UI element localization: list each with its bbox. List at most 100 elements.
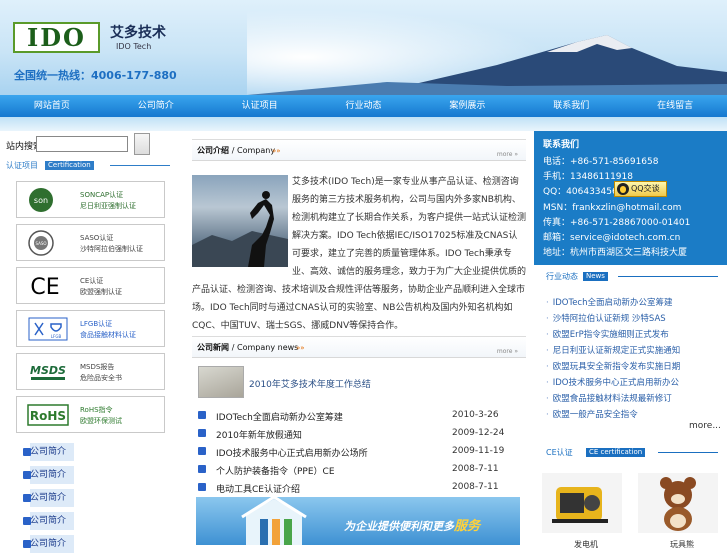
industry-news-item[interactable]: IDO技术服务中心正式启用新办公 [546, 376, 679, 388]
cert-name: RoHS指令 [80, 406, 113, 414]
nav-home[interactable]: 网站首页 [0, 95, 104, 117]
qq-chat-label: QQ交谈 [631, 184, 660, 193]
industry-news-title: 行业动态 [546, 272, 578, 281]
intro-title: 公司介绍 / Company [197, 145, 275, 156]
news-row[interactable]: 电动工具CE认证介绍 2008-7-11 [198, 479, 516, 497]
bullet-icon [23, 517, 31, 525]
banner-slogan: 为企业提供便利和更多服务 [344, 515, 480, 534]
qq-chat-button[interactable]: QQ交谈 [614, 181, 667, 197]
contact-panel: 联系我们 电话：+86-571-85691658 手机：13486111918 … [534, 131, 727, 265]
bullet-icon [23, 448, 31, 456]
contact-qq: QQ：406433456 [543, 187, 618, 197]
cert-desc: 欧盟强制认证 [80, 288, 122, 296]
news-row-date: 2009-11-19 [452, 446, 505, 456]
nav-news[interactable]: 行业动态 [312, 95, 416, 117]
nav-contact[interactable]: 联系我们 [519, 95, 623, 117]
bullet-icon [198, 447, 206, 455]
featured-news-thumb[interactable] [198, 366, 244, 398]
contact-msn: MSN：frankxzlin@hotmail.com [543, 203, 682, 213]
cert-name: MSDS报告 [80, 363, 115, 371]
cert-card-soncap[interactable]: son SONCAP认证 尼日利亚强制认证 [16, 181, 165, 218]
news-row-title[interactable]: 电动工具CE认证介绍 [216, 482, 300, 495]
search-input[interactable] [36, 136, 128, 152]
generator-product-image[interactable] [542, 473, 622, 533]
news-row[interactable]: 个人防护装备指令（PPE）CE 2008-7-11 [198, 461, 516, 479]
nav-cases[interactable]: 案例展示 [415, 95, 519, 117]
son-mark: son [34, 196, 48, 205]
cert-name: SASO认证 [80, 234, 114, 242]
industry-news-item[interactable]: 欧盟食品接触材料法规最新修订 [546, 392, 672, 404]
news-row[interactable]: 2010年新年放假通知 2009-12-24 [198, 425, 516, 443]
industry-news-header: 行业动态 News [544, 271, 718, 281]
cert-card-rohs[interactable]: RoHS RoHS指令 欧盟环保测试 [16, 396, 165, 433]
cert-title-en: Certification [45, 161, 94, 170]
news-row[interactable]: IDO技术服务中心正式启用新办公场所 2009-11-19 [198, 443, 516, 461]
site-header: IDO 艾多技术 IDO Tech 全国统一热线：4006-177-880 [0, 0, 727, 95]
banner-slogan-emph: 服务 [454, 519, 481, 534]
cert-desc: 沙特阿拉伯强制认证 [80, 245, 143, 253]
news-row[interactable]: IDOTech全面启动新办公室筹建 2010-3-26 [198, 407, 516, 425]
industry-news-item[interactable]: 尼日利亚认证新规定正式实施通知 [546, 344, 681, 356]
bullet-icon [198, 411, 206, 419]
industry-news-item[interactable]: 沙特阿拉伯认证新规 沙特SAS [546, 312, 666, 324]
search-button[interactable] [134, 133, 150, 155]
lfgb-logo-icon: LFGB [27, 315, 69, 343]
ce-title-en: CE certification [586, 448, 646, 457]
bullet-icon [23, 471, 31, 479]
contact-email[interactable]: 邮箱：service@idotech.com.cn [543, 230, 680, 243]
cert-desc: 危险品安全书 [80, 374, 122, 382]
intro-title-cn: 公司介绍 [197, 146, 229, 155]
industry-news-item[interactable]: 欧盟ErP指令实施细则正式发布 [546, 328, 669, 340]
saso-logo-icon: SASO [27, 229, 69, 257]
industry-news-more-link[interactable]: more... [689, 421, 721, 431]
news-more-link[interactable]: more » [497, 348, 518, 355]
left-sidebar: 站内搜索 认证项目 Certification son SONCAP认证 尼日利… [0, 131, 182, 553]
news-row-title[interactable]: IDO技术服务中心正式启用新办公场所 [216, 446, 368, 459]
cert-desc: 食品接触材料认证 [80, 331, 136, 339]
cert-card-ce[interactable]: CE CE认证 欧盟强制认证 [16, 267, 165, 304]
bullet-icon [198, 465, 206, 473]
ce-mark: CE [30, 275, 59, 300]
intro-more-link[interactable]: more » [497, 151, 518, 158]
cert-title: 认证项目 [6, 161, 38, 170]
saso-mark: SASO [35, 241, 46, 246]
service-banner[interactable]: 为企业提供便利和更多服务 [196, 497, 520, 545]
industry-news-item[interactable]: 欧盟一般产品安全指令 [546, 408, 638, 420]
featured-news-title[interactable]: 2010年艾多技术年度工作总结 [249, 377, 371, 390]
news-row-title[interactable]: IDOTech全面启动新办公室筹建 [216, 410, 343, 423]
news-row-title[interactable]: 2010年新年放假通知 [216, 428, 302, 441]
industry-news-item[interactable]: IDOTech全面启动新办公室筹建 [546, 296, 673, 308]
msds-logo-icon: MSDS [27, 358, 69, 386]
nav-message[interactable]: 在线留言 [623, 95, 727, 117]
news-row-title[interactable]: 个人防护装备指令（PPE）CE [216, 464, 335, 477]
cert-card-msds[interactable]: MSDS MSDS报告 危险品安全书 [16, 353, 165, 390]
logo[interactable]: IDO [13, 22, 100, 53]
left-nav-item[interactable]: 公司简介 [23, 512, 74, 530]
nav-shadow-strip [0, 117, 727, 131]
cert-card-lfgb[interactable]: LFGB LFGB认证 食品接触材料认证 [16, 310, 165, 347]
nav-about[interactable]: 公司简介 [104, 95, 208, 117]
rohs-mark: RoHS [30, 409, 66, 423]
left-nav-label: 公司简介 [30, 516, 67, 526]
lfgb-mark: LFGB [51, 334, 62, 339]
news-row-date: 2009-12-24 [452, 428, 505, 438]
nav-certification[interactable]: 认证项目 [208, 95, 312, 117]
toy-bear-product-image[interactable] [638, 473, 718, 533]
left-nav-item[interactable]: 公司简介 [23, 535, 74, 553]
brand-name-en: IDO Tech [116, 42, 152, 51]
left-nav-label: 公司简介 [30, 539, 67, 549]
bullet-icon [23, 540, 31, 548]
left-nav-label: 公司简介 [30, 447, 67, 457]
bullet-icon [23, 494, 31, 502]
cert-card-saso[interactable]: SASO SASO认证 沙特阿拉伯强制认证 [16, 224, 165, 261]
divider [110, 165, 170, 166]
intro-title-en: / Company [231, 146, 276, 155]
intro-text-block: 艾多技术(IDO Tech)是一家专业从事产品认证、检测咨询服务的第三方技术服务… [192, 173, 526, 335]
left-nav-item[interactable]: 公司简介 [23, 466, 74, 484]
brand-name-cn: 艾多技术 [110, 25, 166, 41]
news-section-header: 公司新闻 / Company news »» more » [192, 336, 526, 358]
industry-news-item[interactable]: 欧盟玩具安全新指令发布实施日期 [546, 360, 681, 372]
right-sidebar: 联系我们 电话：+86-571-85691658 手机：13486111918 … [534, 131, 727, 549]
left-nav-item[interactable]: 公司简介 [23, 443, 74, 461]
left-nav-item[interactable]: 公司简介 [23, 489, 74, 507]
